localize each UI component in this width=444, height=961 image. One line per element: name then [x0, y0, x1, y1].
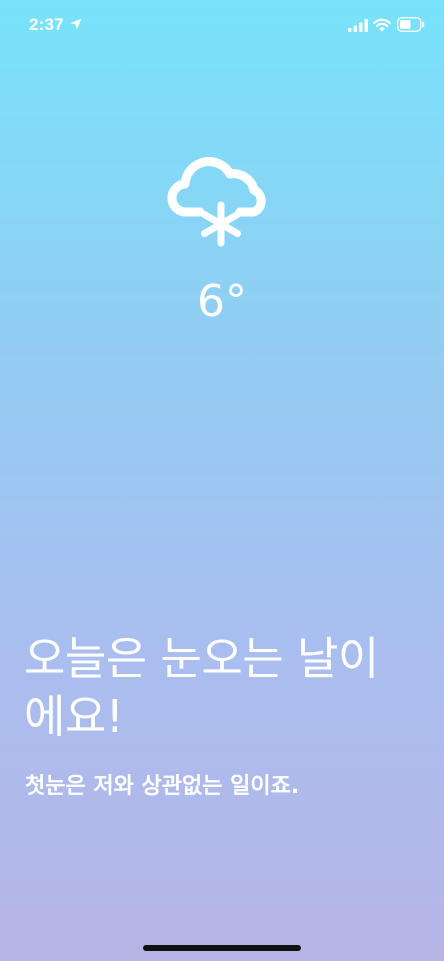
cloud-snow-icon	[167, 157, 266, 247]
wifi-icon	[373, 18, 391, 32]
cellular-signal-icon	[348, 19, 368, 32]
weather-subtitle: 첫눈은 저와 상관없는 일이죠.	[25, 774, 300, 799]
weather-headline: 오늘은 눈오는 날이 에요!	[24, 630, 424, 746]
status-time: 2:37	[29, 15, 64, 34]
status-bar: 2:37	[0, 0, 444, 50]
temperature-value: 6°	[197, 276, 247, 327]
headline-line-2: 에요!	[24, 690, 124, 743]
location-arrow-icon	[70, 18, 82, 30]
home-indicator[interactable]	[143, 945, 301, 951]
battery-icon	[397, 17, 425, 32]
headline-line-1: 오늘은 눈오는 날이	[24, 632, 379, 685]
